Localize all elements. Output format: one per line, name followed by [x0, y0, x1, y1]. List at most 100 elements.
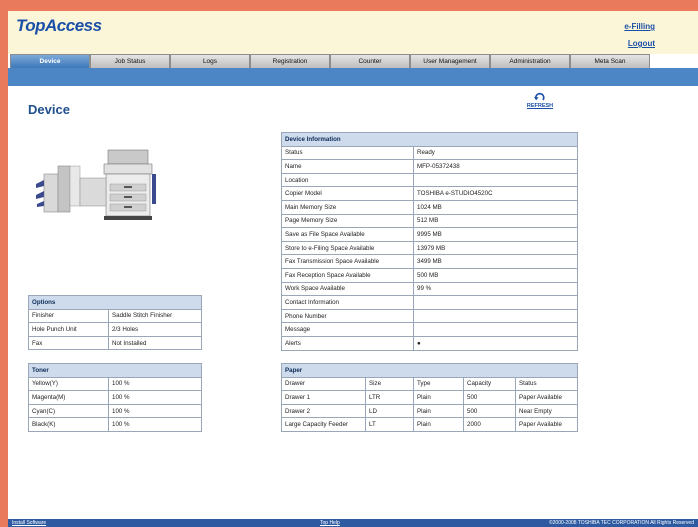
tab-administration[interactable]: Administration: [490, 54, 570, 68]
cell: 500: [463, 403, 516, 419]
main-tabs: Device Job Status Logs Registration Coun…: [8, 54, 698, 68]
column-header: Status: [514, 376, 579, 392]
cell: Large Capacity Feeder: [281, 417, 366, 432]
cell: Drawer 1: [281, 390, 366, 405]
table-row: Phone Number: [281, 308, 579, 324]
table-row: Magenta(M) 100 %: [28, 390, 203, 405]
efiling-link[interactable]: e-Filling: [624, 22, 655, 31]
row-value: [412, 322, 579, 337]
row-label: Message: [281, 322, 414, 337]
row-label: Location: [281, 172, 414, 188]
row-value: Ready: [412, 145, 579, 161]
options-caption: Options: [28, 295, 202, 310]
table-row: Name MFP-05372438: [281, 159, 579, 174]
row-label: Name: [281, 159, 414, 174]
row-label: Cyan(C): [28, 403, 109, 419]
refresh-button[interactable]: REFRESH: [523, 92, 557, 109]
table-row: Save as File Space Available 9995 MB: [281, 227, 579, 242]
cell: 500: [463, 390, 516, 405]
column-header: Capacity: [463, 376, 516, 392]
row-value: 500 MB: [412, 267, 579, 283]
table-row: Store to e-Filing Space Available 13979 M…: [281, 240, 579, 256]
cell: Paper Available: [514, 390, 579, 405]
toner-table: Toner Yellow(Y) 100 % Magenta(M) 100 % Cya…: [27, 363, 203, 432]
column-header: Drawer: [281, 376, 366, 392]
row-label: Alerts: [281, 335, 414, 351]
sub-nav-bar: [8, 68, 698, 86]
paper-table: Paper Drawer Size Type Capacity Status D…: [280, 363, 579, 432]
row-label: Black(K): [28, 417, 109, 432]
cell: Plain: [413, 403, 464, 419]
row-value: TOSHIBA e-STUDIO4520C: [412, 186, 579, 201]
tab-job-status[interactable]: Job Status: [90, 54, 170, 68]
device-information-caption: Device Information: [280, 132, 579, 147]
table-row: Status Ready: [281, 145, 579, 161]
table-row: Work Space Available 99 %: [281, 281, 579, 297]
toner-caption: Toner: [27, 363, 203, 378]
tab-device[interactable]: Device: [10, 54, 90, 68]
row-value: 100 %: [107, 417, 203, 432]
row-label: Status: [281, 145, 414, 161]
table-row: Contact Information: [281, 295, 579, 310]
row-label: Save as File Space Available: [281, 227, 414, 242]
logout-link[interactable]: Logout: [628, 39, 655, 48]
table-row: Alerts ●: [281, 335, 579, 351]
top-help-links[interactable]: Top Help: [320, 520, 340, 526]
refresh-icon: [534, 92, 545, 101]
table-row: Fax Transmission Space Available 3499 MB: [281, 254, 579, 269]
row-value: 99 %: [412, 281, 579, 297]
tab-logs[interactable]: Logs: [170, 54, 250, 68]
table-row: Finisher Saddle Stitch Finisher: [28, 308, 202, 324]
row-value: 2/3 Holes: [108, 322, 202, 337]
row-value: Saddle Stitch Finisher: [108, 308, 202, 324]
row-value: 1024 MB: [412, 199, 579, 215]
table-row: Page Memory Size 512 MB: [281, 213, 579, 229]
cell: LTR: [365, 390, 414, 405]
install-software-link[interactable]: Install Software: [12, 520, 46, 526]
alert-indicator-icon[interactable]: ●: [412, 335, 579, 351]
cell: Plain: [413, 417, 464, 432]
row-value: [412, 172, 579, 188]
column-header: Size: [365, 376, 414, 392]
tab-user-management[interactable]: User Management: [410, 54, 490, 68]
row-label: Fax: [28, 335, 109, 351]
page-title: Device: [28, 102, 70, 117]
row-value: Not Installed: [108, 335, 202, 351]
cell: Near Empty: [514, 403, 579, 419]
cell: LD: [365, 403, 414, 419]
device-information-table: Device Information Status Ready Name MFP-0…: [280, 132, 579, 351]
row-label: Fax Transmission Space Available: [281, 254, 414, 269]
row-label: Work Space Available: [281, 281, 414, 297]
row-label: Contact Information: [281, 295, 414, 310]
browser-content: TopAccess e-Filling Logout Device Job St…: [8, 11, 698, 527]
table-row: Large Capacity Feeder LT Plain 2000 Pape…: [281, 417, 579, 432]
column-header: Type: [413, 376, 464, 392]
table-header-row: Drawer Size Type Capacity Status: [281, 376, 579, 392]
row-value: [412, 308, 579, 324]
row-label: Yellow(Y): [28, 376, 109, 392]
table-row: Drawer 1 LTR Plain 500 Paper Available: [281, 390, 579, 405]
table-row: Yellow(Y) 100 %: [28, 376, 203, 392]
table-row: Location: [281, 172, 579, 188]
tab-registration[interactable]: Registration: [250, 54, 330, 68]
row-value: 13979 MB: [412, 240, 579, 256]
table-row: Copier Model TOSHIBA e-STUDIO4520C: [281, 186, 579, 201]
cell: Paper Available: [514, 417, 579, 432]
table-row: Hole Punch Unit 2/3 Holes: [28, 322, 202, 337]
row-value: 100 %: [107, 403, 203, 419]
cell: Plain: [413, 390, 464, 405]
row-value: 512 MB: [412, 213, 579, 229]
row-label: Fax Reception Space Available: [281, 267, 414, 283]
row-value: 100 %: [107, 376, 203, 392]
table-row: Black(K) 100 %: [28, 417, 203, 432]
table-row: Message: [281, 322, 579, 337]
footer: Install Software Top Help ©2000-2008 TOS…: [8, 519, 698, 527]
tab-counter[interactable]: Counter: [330, 54, 410, 68]
tab-meta-scan[interactable]: Meta Scan: [570, 54, 650, 68]
options-table: Options Finisher Saddle Stitch Finisher H…: [28, 295, 202, 351]
topaccess-logo[interactable]: TopAccess: [16, 16, 102, 36]
table-row: Drawer 2 LD Plain 500 Near Empty: [281, 403, 579, 419]
table-row: Main Memory Size 1024 MB: [281, 199, 579, 215]
table-row: Fax Reception Space Available 500 MB: [281, 267, 579, 283]
row-label: Page Memory Size: [281, 213, 414, 229]
